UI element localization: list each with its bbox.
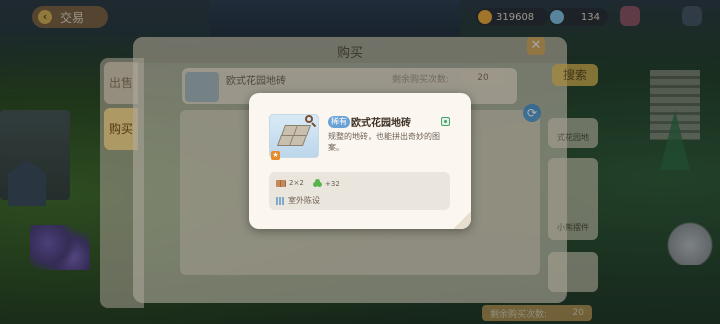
info-icon[interactable]: [441, 117, 450, 126]
stat-score: +32: [313, 179, 340, 188]
tiles-icon: [276, 179, 286, 187]
clover-icon: [313, 179, 322, 188]
stat-score-value: +32: [325, 179, 340, 188]
stat-size-value: 2×2: [289, 179, 304, 187]
item-title: 欧式花园地砖: [351, 118, 411, 129]
stat-category: 室外陈设: [276, 195, 320, 206]
item-description: 规整的地砖，也能拼出奇妙的图案。: [328, 132, 440, 152]
stats-box: 2×2 +32 室外陈设: [269, 172, 450, 210]
owned-badge-icon: ★: [271, 151, 280, 160]
rarity-badge: 稀有: [328, 116, 350, 128]
stat-category-value: 室外陈设: [288, 196, 320, 205]
category-icon: [276, 196, 285, 205]
stat-size: 2×2: [276, 179, 304, 187]
item-detail-popup: ★ 稀有 欧式花园地砖 规整的地砖，也能拼出奇妙的图案。 2×2 +32 室外陈…: [249, 93, 471, 229]
tiles-icon: [276, 125, 312, 147]
magnify-icon[interactable]: [305, 115, 317, 128]
